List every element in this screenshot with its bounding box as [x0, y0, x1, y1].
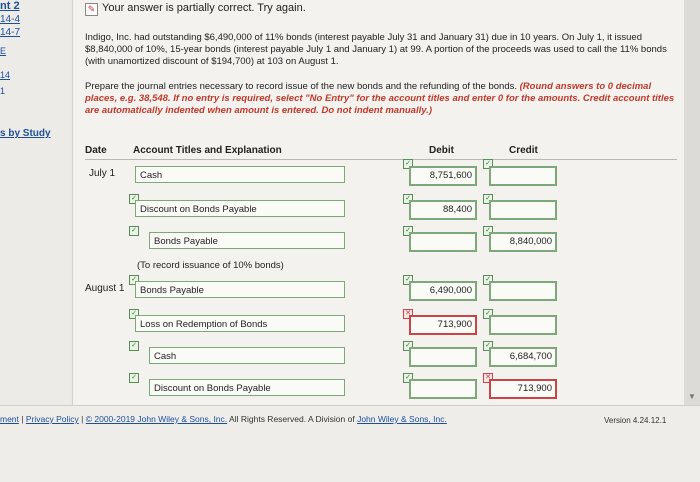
row5-credit-input[interactable]	[489, 315, 557, 335]
sidebar-link-14-4[interactable]: 14-4	[0, 14, 20, 25]
footer-separator: |	[81, 414, 84, 424]
header-credit: Credit	[509, 145, 538, 156]
problem-text: Indigo, Inc. had outstanding $6,490,000 …	[85, 32, 667, 67]
status-row: ✎ Your answer is partially correct. Try a…	[85, 2, 306, 16]
scroll-down-arrow-icon[interactable]: ▼	[688, 392, 696, 401]
row4-debit-input[interactable]: 6,490,000	[409, 281, 477, 301]
header-account: Account Titles and Explanation	[133, 145, 282, 156]
row3-credit-input[interactable]: 8,840,000	[489, 232, 557, 252]
scrollbar[interactable]: ▼	[684, 0, 700, 405]
row7-credit-input[interactable]: 713,900	[489, 379, 557, 399]
pencil-icon: ✎	[85, 3, 98, 16]
row3-account-select[interactable]: Bonds Payable	[149, 232, 345, 249]
row7-debit-input[interactable]	[409, 379, 477, 399]
row6-account-check-icon: ✓	[129, 341, 139, 351]
row6-credit-input[interactable]: 6,684,700	[489, 347, 557, 367]
row6-debit-input[interactable]	[409, 347, 477, 367]
footer-copyright[interactable]: © 2000-2019 John Wiley & Sons, Inc.	[86, 414, 227, 424]
row2-credit-input[interactable]	[489, 200, 557, 220]
version-label: Version 4.24.12.1	[604, 416, 667, 425]
sidebar-study-link[interactable]: s by Study	[0, 128, 51, 139]
row3-account-check-icon: ✓	[129, 226, 139, 236]
row5-account-select[interactable]: Loss on Redemption of Bonds	[135, 315, 345, 332]
footer: ment | Privacy Policy | © 2000-2019 John…	[0, 405, 700, 482]
instructions: Prepare the journal entries necessary to…	[85, 81, 675, 117]
header-debit: Debit	[429, 145, 454, 156]
sidebar-link-14-7[interactable]: 14-7	[0, 27, 20, 38]
row4-date: August 1	[85, 283, 125, 294]
row4-credit-input[interactable]	[489, 281, 557, 301]
row1-date: July 1	[89, 168, 116, 179]
footer-link-privacy[interactable]: Privacy Policy	[26, 414, 79, 424]
row7-account-select[interactable]: Discount on Bonds Payable	[149, 379, 345, 396]
journal-table: Date Account Titles and Explanation Debi…	[85, 143, 677, 405]
row7-account-check-icon: ✓	[129, 373, 139, 383]
footer-links: ment | Privacy Policy | © 2000-2019 John…	[0, 414, 447, 424]
sidebar-chip-e[interactable]: E	[0, 46, 6, 56]
instructions-plain: Prepare the journal entries necessary to…	[85, 81, 520, 92]
sidebar: nt 2 14-4 14-7 E 14 1 s by Study	[0, 0, 70, 405]
entry-note: (To record issuance of 10% bonds)	[137, 260, 284, 271]
footer-link-wiley[interactable]: John Wiley & Sons, Inc.	[357, 414, 447, 424]
row3-debit-input[interactable]	[409, 232, 477, 252]
sidebar-chip-1[interactable]: 1	[0, 86, 5, 96]
table-header: Date Account Titles and Explanation Debi…	[85, 143, 677, 160]
question-panel: ✎ Your answer is partially correct. Try a…	[72, 0, 685, 405]
row1-debit-input[interactable]: 8,751,600	[409, 166, 477, 186]
page: nt 2 14-4 14-7 E 14 1 s by Study ✎ Your a…	[0, 0, 700, 482]
footer-link-agreement[interactable]: ment	[0, 414, 19, 424]
footer-separator: |	[21, 414, 24, 424]
row1-account-select[interactable]: Cash	[135, 166, 345, 183]
status-text: Your answer is partially correct. Try ag…	[102, 2, 306, 14]
row2-account-select[interactable]: Discount on Bonds Payable	[135, 200, 345, 217]
row2-debit-input[interactable]: 88,400	[409, 200, 477, 220]
sidebar-chip-14[interactable]: 14	[0, 70, 10, 80]
header-date: Date	[85, 145, 107, 156]
footer-rights: All Rights Reserved. A Division of	[227, 414, 358, 424]
sidebar-header[interactable]: nt 2	[0, 0, 20, 12]
row6-account-select[interactable]: Cash	[149, 347, 345, 364]
row4-account-select[interactable]: Bonds Payable	[135, 281, 345, 298]
row1-credit-input[interactable]	[489, 166, 557, 186]
row5-debit-input[interactable]: 713,900	[409, 315, 477, 335]
